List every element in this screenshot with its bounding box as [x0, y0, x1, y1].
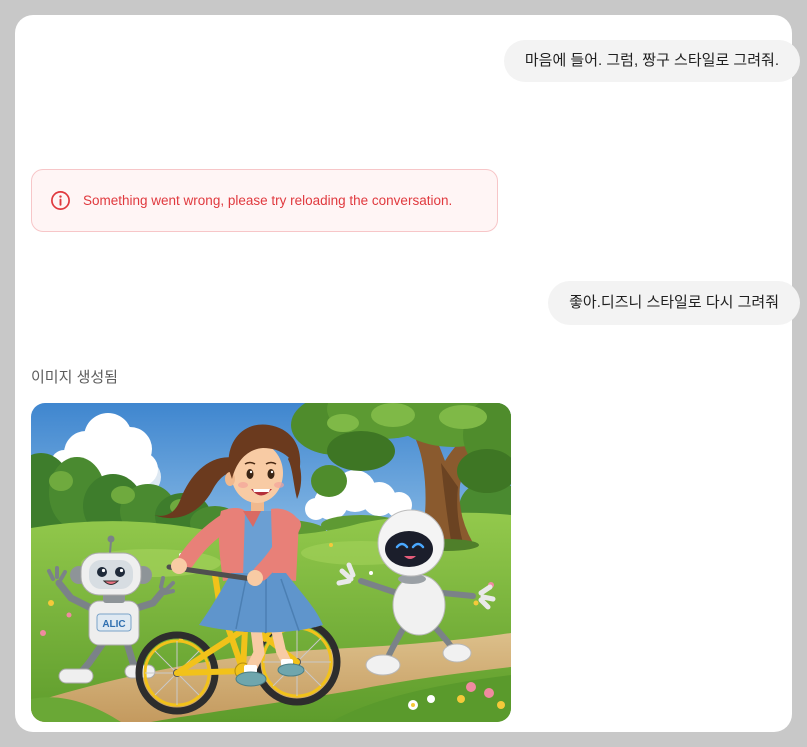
image-generated-label: 이미지 생성됨 [31, 369, 118, 386]
user-message-bubble: 마음에 들어. 그럼, 짱구 스타일로 그려줘. [503, 40, 800, 82]
user-message-bubble: 좋아.디즈니 스타일로 다시 그려줘 [548, 281, 800, 325]
generated-image[interactable]: ALIC [31, 403, 511, 722]
error-message: Something went wrong, please try reloadi… [31, 169, 498, 232]
robot-chest-label: ALIC [102, 619, 125, 630]
illustration: ALIC [31, 403, 511, 722]
error-text: Something went wrong, please try reloadi… [83, 193, 453, 208]
info-circle-icon [51, 191, 70, 210]
